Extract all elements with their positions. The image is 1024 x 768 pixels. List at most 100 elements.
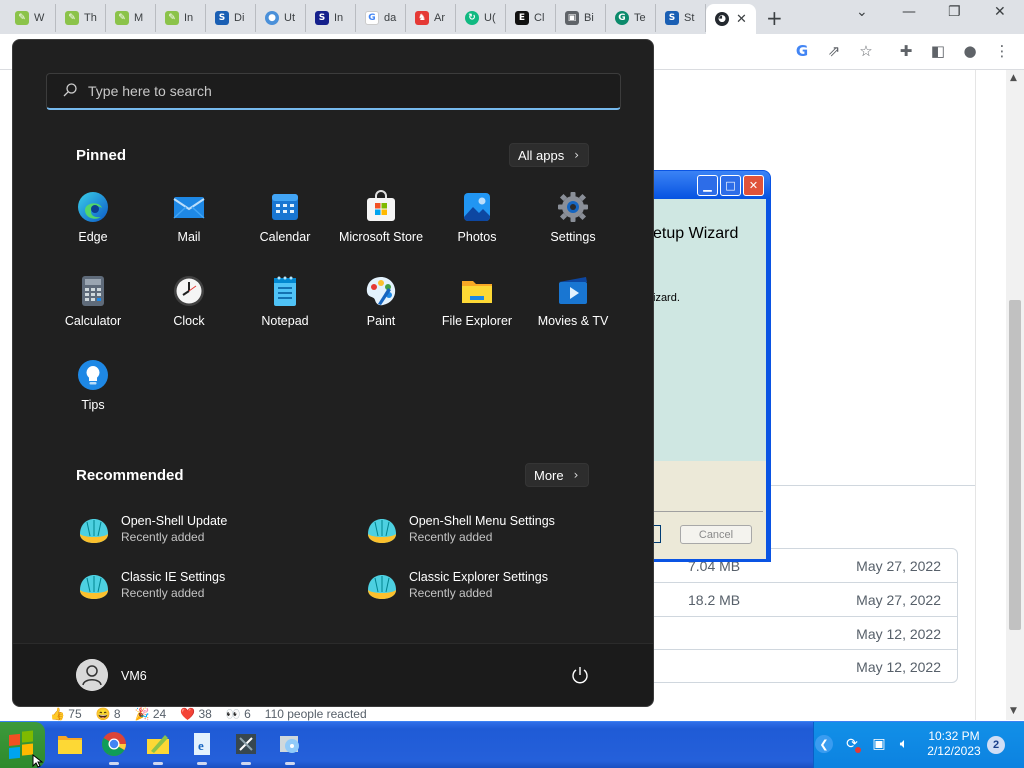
photos-icon bbox=[464, 193, 490, 221]
share-icon[interactable]: ⇗ bbox=[825, 42, 843, 60]
search-input[interactable] bbox=[88, 80, 588, 102]
pinned-app-movies-tv[interactable]: Movies & TV bbox=[525, 274, 621, 344]
pinned-app-paint[interactable]: Paint bbox=[333, 274, 429, 344]
minimize-button[interactable]: — bbox=[902, 4, 916, 20]
browser-tab[interactable]: ● Ut bbox=[256, 4, 306, 32]
close-tab-icon[interactable]: ✕ bbox=[736, 12, 747, 27]
reaction-thumbs-up[interactable]: 👍 75 bbox=[50, 707, 82, 721]
pinned-app-edge[interactable]: Edge bbox=[45, 190, 141, 260]
scroll-up-icon[interactable]: ▲ bbox=[1010, 73, 1017, 83]
browser-tab[interactable]: Gda bbox=[356, 4, 406, 32]
power-icon[interactable] bbox=[570, 665, 590, 685]
app-label: Edge bbox=[78, 230, 108, 244]
pinned-app-photos[interactable]: Photos bbox=[429, 190, 525, 260]
user-name[interactable]: VM6 bbox=[121, 669, 147, 683]
taskbar-app[interactable]: e bbox=[187, 729, 217, 765]
tab-label: Bi bbox=[584, 12, 594, 24]
recommended-item[interactable]: Classic Explorer Settings Recently added bbox=[365, 568, 645, 608]
scroll-down-icon[interactable]: ▼ bbox=[1010, 706, 1017, 716]
tab-favicon-icon: G bbox=[615, 11, 629, 25]
recommended-item[interactable]: Open-Shell Update Recently added bbox=[77, 512, 357, 552]
recommended-item[interactable]: Open-Shell Menu Settings Recently added bbox=[365, 512, 645, 552]
reaction-heart[interactable]: ❤️ 38 bbox=[180, 707, 212, 721]
reaction-eyes[interactable]: 👀 6 bbox=[226, 707, 251, 721]
notification-count-badge[interactable]: 2 bbox=[987, 736, 1005, 754]
table-row[interactable]: May 12, 2022 bbox=[653, 616, 958, 649]
new-tab-button[interactable]: + bbox=[766, 6, 783, 30]
browser-tab[interactable]: ✎ W bbox=[6, 4, 56, 32]
lightbulb-icon bbox=[78, 360, 108, 390]
google-lens-icon[interactable]: G bbox=[793, 42, 811, 60]
browser-tab[interactable]: E Cl bbox=[506, 4, 556, 32]
network-icon[interactable]: ▣ bbox=[870, 735, 888, 753]
kebab-menu-icon[interactable]: ⋮ bbox=[993, 42, 1011, 60]
close-window-button[interactable]: ✕ bbox=[994, 4, 1006, 20]
pinned-app-mail[interactable]: Mail bbox=[141, 190, 237, 260]
tab-search-chevron-icon[interactable]: ⌄ bbox=[856, 4, 868, 20]
reaction-hooray[interactable]: 🎉 24 bbox=[135, 707, 167, 721]
tab-label: Te bbox=[634, 12, 646, 24]
show-hidden-icons-chevron-icon[interactable]: ❮ bbox=[815, 735, 833, 753]
browser-tab[interactable]: ✎ M bbox=[106, 4, 156, 32]
tab-label: Ar bbox=[434, 12, 445, 24]
pinned-app-tips[interactable]: Tips bbox=[45, 358, 141, 428]
sync-alert-dot bbox=[855, 747, 861, 753]
pinned-app-file-explorer[interactable]: File Explorer bbox=[429, 274, 525, 344]
reaction-laugh[interactable]: 😄 8 bbox=[96, 707, 121, 721]
tab-label: Di bbox=[234, 12, 245, 24]
taskbar-file-explorer[interactable] bbox=[55, 729, 85, 759]
wizard-maximize-button[interactable]: □ bbox=[720, 175, 741, 196]
tab-label: In bbox=[184, 12, 194, 24]
app-label: Settings bbox=[550, 230, 596, 244]
browser-tab[interactable]: ✎ In bbox=[156, 4, 206, 32]
bookmark-star-icon[interactable]: ☆ bbox=[857, 42, 875, 60]
restore-button[interactable]: ❐ bbox=[948, 4, 961, 20]
app-label: Calculator bbox=[64, 314, 122, 328]
table-row[interactable]: 18.2 MB May 27, 2022 bbox=[653, 582, 958, 615]
browser-tab[interactable]: S In bbox=[306, 4, 356, 32]
pinned-app-notepad[interactable]: Notepad bbox=[237, 274, 333, 344]
app-label: File Explorer bbox=[441, 314, 513, 328]
extensions-puzzle-icon[interactable]: ✚ bbox=[897, 42, 915, 60]
browser-tab[interactable]: S St bbox=[656, 4, 706, 32]
table-row[interactable]: May 12, 2022 bbox=[653, 649, 958, 682]
user-avatar-icon[interactable] bbox=[76, 659, 108, 691]
browser-tab[interactable]: ♞ Ar bbox=[406, 4, 456, 32]
store-icon bbox=[367, 190, 395, 221]
app-label: Paint bbox=[366, 314, 396, 328]
taskbar-clock[interactable]: 10:32 PM 2/12/2023 bbox=[922, 729, 986, 759]
profile-icon[interactable]: ● bbox=[961, 42, 979, 60]
wizard-cancel-button[interactable]: Cancel bbox=[680, 525, 752, 544]
more-button[interactable]: More › bbox=[525, 463, 589, 487]
pinned-app-microsoft-store[interactable]: Microsoft Store bbox=[333, 190, 429, 260]
browser-tab[interactable]: ✎ Th bbox=[56, 4, 106, 32]
browser-tab[interactable]: S Di bbox=[206, 4, 256, 32]
chevron-right-icon: › bbox=[573, 468, 579, 482]
pinned-app-clock[interactable]: Clock bbox=[141, 274, 237, 344]
wizard-next-button[interactable] bbox=[653, 525, 661, 543]
clock-time: 10:32 PM bbox=[928, 729, 980, 743]
wizard-heading: etup Wizard bbox=[653, 225, 739, 242]
all-apps-label: All apps bbox=[518, 147, 565, 163]
all-apps-button[interactable]: All apps › bbox=[509, 143, 589, 167]
github-icon: ◕ bbox=[715, 12, 729, 26]
volume-icon[interactable]: 🔈︎ bbox=[895, 735, 913, 753]
side-panel-icon[interactable]: ◧ bbox=[929, 42, 947, 60]
pinned-app-calendar[interactable]: Calendar bbox=[237, 190, 333, 260]
browser-tab[interactable]: ▣ Bi bbox=[556, 4, 606, 32]
pinned-app-calculator[interactable]: Calculator bbox=[45, 274, 141, 344]
chrome-icon bbox=[101, 732, 127, 757]
taskbar-chrome[interactable] bbox=[99, 729, 129, 765]
browser-tab-active[interactable]: ◕ ✕ bbox=[706, 4, 756, 34]
browser-tab[interactable]: ↻ U( bbox=[456, 4, 506, 32]
taskbar-app[interactable] bbox=[275, 729, 305, 765]
browser-tab[interactable]: G Te bbox=[606, 4, 656, 32]
scrollbar-thumb[interactable] bbox=[1009, 300, 1021, 630]
taskbar-app[interactable] bbox=[231, 729, 261, 765]
wizard-close-button[interactable]: ✕ bbox=[743, 175, 764, 196]
recommended-heading: Recommended bbox=[76, 467, 184, 484]
taskbar-app[interactable] bbox=[143, 729, 173, 765]
pinned-app-settings[interactable]: Settings bbox=[525, 190, 621, 260]
recommended-item[interactable]: Classic IE Settings Recently added bbox=[77, 568, 357, 608]
wizard-minimize-button[interactable]: ▁ bbox=[697, 175, 718, 196]
